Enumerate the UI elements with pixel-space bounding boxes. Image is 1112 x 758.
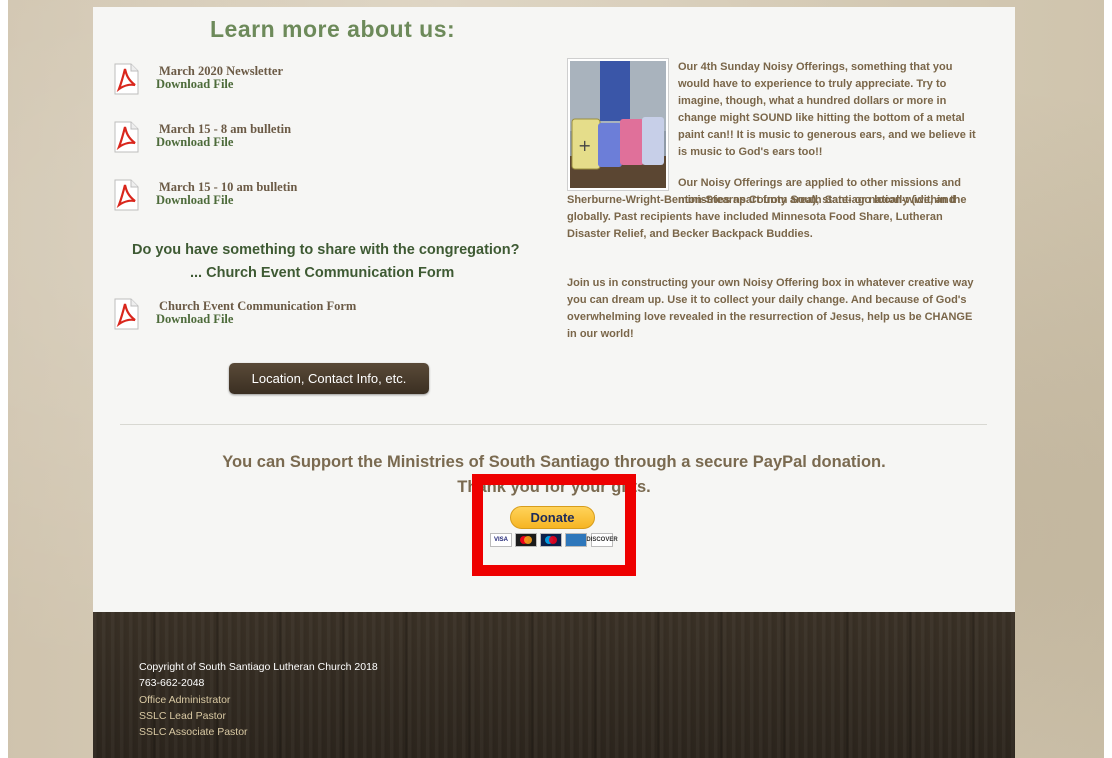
window-edge-left [0,0,8,758]
section-heading: Learn more about us: [210,16,456,42]
noisy-paragraph-3: Join us in constructing your own Noisy O… [567,277,974,340]
noisy-offering-photo: + [567,58,669,191]
pdf-icon [114,63,139,95]
file-item-10am-bulletin: March 15 - 10 am bulletin Download File [113,179,443,215]
location-contact-button[interactable]: Location, Contact Info, etc. [229,363,429,394]
footer-link-lead-pastor[interactable]: SSLC Lead Pastor [139,710,226,722]
download-file-link[interactable]: Download File [156,312,233,327]
mastercard-icon [515,533,537,547]
mastercard-circles-icon [520,536,532,544]
pdf-icon [114,298,139,330]
window-edge-right [1104,0,1112,758]
footer-link-office-admin[interactable]: Office Administrator [139,694,230,706]
file-item-event-form: Church Event Communication Form Download… [113,298,443,334]
pdf-icon [114,121,139,153]
section-divider [120,424,987,425]
noisy-paragraph-2b: Sherburne-Wright-Benton-Stearns County a… [567,194,956,240]
amex-icon [565,533,587,547]
footer-link-associate-pastor[interactable]: SSLC Associate Pastor [139,726,248,738]
card-label: VISA [493,537,508,543]
svg-text:+: + [578,136,591,155]
paypal-donate-button[interactable]: Donate [510,506,595,529]
noisy-paragraph-1: Our 4th Sunday Noisy Offerings, somethin… [678,61,976,158]
card-label: DISCOVER [586,537,618,543]
footer-copyright: Copyright of South Santiago Lutheran Chu… [139,661,378,673]
file-item-8am-bulletin: March 15 - 8 am bulletin Download File [113,121,443,157]
download-file-link[interactable]: Download File [156,77,233,92]
pdf-icon [114,179,139,211]
paint-cans-image: + [570,61,666,188]
file-item-newsletter: March 2020 Newsletter Download File [113,63,443,99]
discover-icon: DISCOVER [586,533,618,547]
share-question: Do you have something to share with the … [132,242,520,258]
download-file-link[interactable]: Download File [156,135,233,150]
download-file-link[interactable]: Download File [156,193,233,208]
footer-phone: 763-662-2048 [139,677,205,689]
visa-icon: VISA [490,533,512,547]
support-text: You can Support the Ministries of South … [222,453,886,471]
maestro-icon [540,533,562,547]
share-form-title: ... Church Event Communication Form [190,265,455,281]
maestro-circles-icon [545,536,557,544]
